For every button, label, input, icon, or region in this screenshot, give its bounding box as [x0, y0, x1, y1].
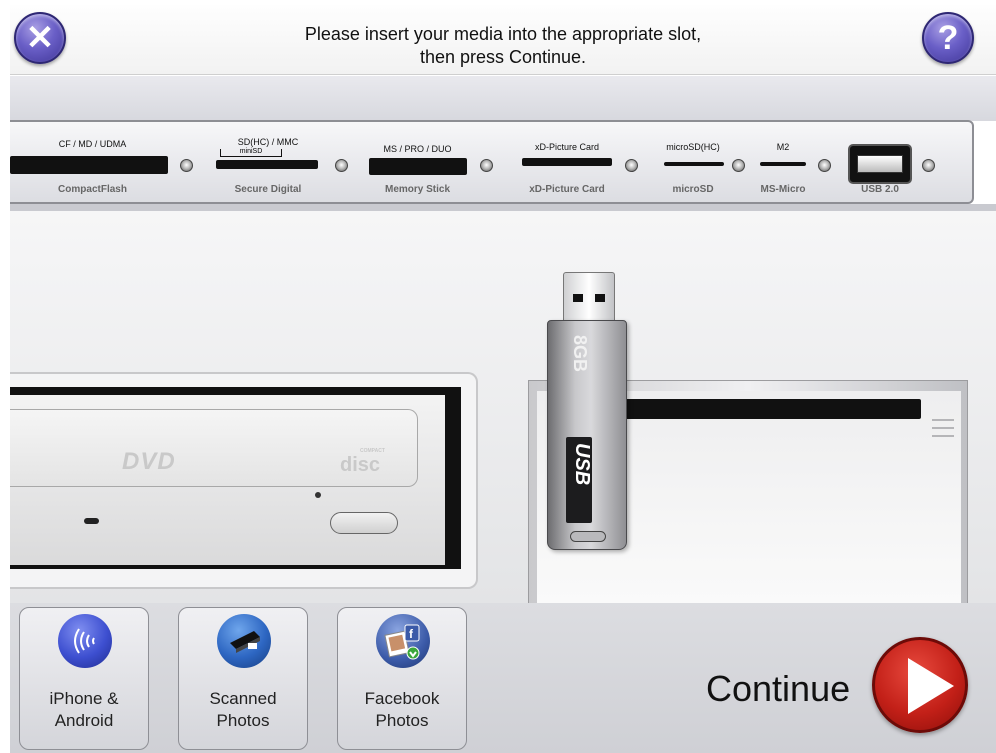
memory-stick-opening	[369, 158, 467, 175]
microsd-opening	[664, 162, 724, 166]
slot-usb: USB 2.0	[840, 122, 920, 206]
usb-stick: 8GB USB	[547, 320, 627, 550]
facebook-photos-button[interactable]: f Facebook Photos	[337, 607, 467, 750]
tile-label: Facebook Photos	[338, 688, 466, 732]
compact-disc-logo: COMPACT disc	[340, 448, 385, 477]
tile-label: iPhone & Android	[20, 688, 148, 732]
slot-band-bottom	[10, 204, 996, 211]
slot-top-label: SD(HC) / MMC	[237, 137, 299, 147]
slot-bottom-label: Secure Digital	[234, 184, 302, 195]
usb-brand-label: USB	[566, 437, 593, 523]
slot-bottom-label: microSD	[672, 184, 714, 195]
usb-capacity-label: 8GB	[570, 335, 590, 373]
slot-ms-micro: M2 MS-Micro	[748, 122, 818, 206]
m2-led	[818, 159, 831, 172]
tile-label-line-1: iPhone &	[49, 689, 119, 708]
dvd-logo: DVD	[122, 448, 176, 475]
close-x-icon: ✕	[25, 19, 55, 57]
facebook-photo-icon: f	[376, 614, 430, 668]
card-reader-panel: CF / MD / UDMA CompactFlash SD(HC) / MMC…	[10, 120, 974, 204]
slot-xd-picture-card: xD-Picture Card xD-Picture Card	[508, 122, 626, 206]
sd-opening	[216, 160, 318, 169]
instruction-line-1: Please insert your media into the approp…	[304, 24, 702, 44]
slot-top-label: xD-Picture Card	[534, 142, 599, 152]
minisd-label: miniSD	[220, 148, 282, 157]
vent-line	[932, 419, 954, 421]
scanner-icon	[217, 614, 271, 668]
compact-disc-logo-text: disc	[340, 454, 381, 476]
wireless-signal-icon	[58, 614, 112, 668]
slot-band-top	[10, 76, 996, 121]
compactflash-opening	[10, 156, 168, 174]
vent-line	[932, 427, 954, 429]
tile-label-line-2: Photos	[216, 711, 270, 730]
instruction-line-2: then press Continue.	[419, 47, 587, 67]
help-button[interactable]: ?	[922, 12, 974, 64]
iphone-android-button[interactable]: iPhone & Android	[19, 607, 149, 750]
slot-bottom-label: CompactFlash	[58, 184, 127, 195]
slot-top-label: M2	[776, 142, 790, 152]
slot-bottom-label: MS-Micro	[760, 184, 806, 195]
usb-lanyard-hole	[570, 531, 606, 542]
slot-bottom-label: Memory Stick	[384, 184, 451, 195]
dvd-tray: DVD COMPACT disc	[10, 409, 418, 487]
slot-microsd: microSD(HC) microSD	[648, 122, 738, 206]
tile-label-line-2: Android	[54, 711, 114, 730]
slot-memory-stick: MS / PRO / DUO Memory Stick	[365, 122, 470, 206]
instruction-message: Please insert your media into the approp…	[160, 23, 846, 69]
question-mark-icon: ?	[937, 18, 959, 57]
slot-top-label: MS / PRO / DUO	[383, 144, 452, 154]
dvd-emergency-eject-hole	[315, 492, 321, 498]
m2-opening	[760, 162, 806, 166]
connector-hole	[573, 294, 583, 302]
slot-compactflash: CF / MD / UDMA CompactFlash	[10, 122, 175, 206]
slot-top-label: CF / MD / UDMA	[58, 139, 127, 149]
continue-label[interactable]: Continue	[706, 668, 850, 710]
play-arrow-icon	[908, 658, 954, 714]
xd-opening	[522, 158, 612, 166]
tile-label: Scanned Photos	[179, 688, 307, 732]
continue-button[interactable]	[872, 637, 968, 733]
dvd-activity-led	[84, 518, 99, 524]
vent-line	[932, 435, 954, 437]
tile-label-line-1: Scanned	[209, 689, 277, 708]
usb-led	[922, 159, 935, 172]
tile-label-line-2: Photos	[375, 711, 429, 730]
usb-brand-text: USB	[571, 443, 593, 486]
close-button[interactable]: ✕	[14, 12, 66, 64]
slot-bottom-label: USB 2.0	[861, 184, 899, 195]
memory-stick-led	[480, 159, 493, 172]
header-bar: Please insert your media into the approp…	[10, 5, 996, 75]
compactflash-led	[180, 159, 193, 172]
slot-secure-digital: SD(HC) / MMC miniSD Secure Digital	[208, 122, 328, 206]
microsd-led	[732, 159, 745, 172]
tile-label-line-1: Facebook	[364, 689, 440, 708]
scanned-photos-button[interactable]: Scanned Photos	[178, 607, 308, 750]
connector-hole	[595, 294, 605, 302]
sd-led	[335, 159, 348, 172]
slot-bottom-label: xD-Picture Card	[529, 184, 605, 195]
dvd-eject-button	[330, 512, 398, 534]
slot-top-label: microSD(HC)	[666, 142, 720, 152]
dvd-drive: DVD COMPACT disc	[10, 395, 445, 565]
xd-led	[625, 159, 638, 172]
